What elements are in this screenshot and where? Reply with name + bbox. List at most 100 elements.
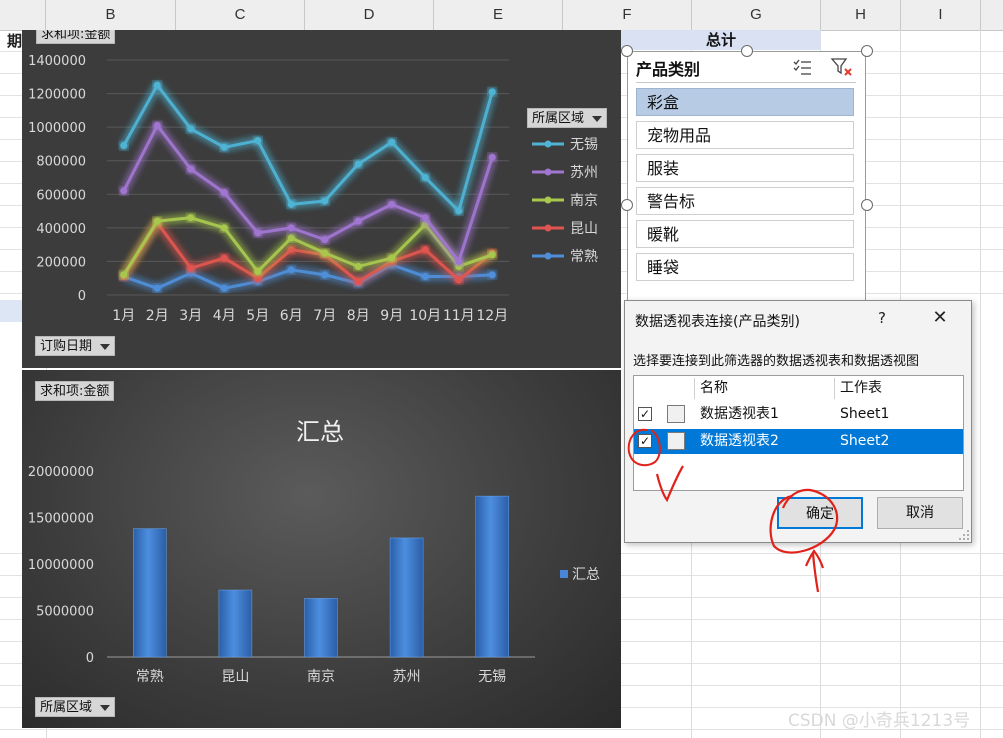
column-header-bar: B C D E F G H I bbox=[0, 0, 1003, 31]
row-name: 数据透视表1 bbox=[700, 406, 779, 422]
column-header-d[interactable]: D bbox=[305, 0, 434, 30]
slicer-item-warning-sign[interactable]: 警告标 bbox=[636, 187, 854, 215]
data-point bbox=[488, 88, 496, 96]
x-tick-label: 苏州 bbox=[393, 669, 421, 685]
legend-marker bbox=[544, 196, 552, 204]
row-sheet: Sheet1 bbox=[840, 406, 890, 422]
series-line bbox=[122, 83, 494, 213]
resize-handle[interactable] bbox=[621, 199, 633, 211]
y-tick-label: 200000 bbox=[36, 255, 86, 270]
resize-handle[interactable] bbox=[861, 199, 873, 211]
x-tick-label: 5月 bbox=[246, 308, 269, 324]
legend-marker bbox=[544, 168, 552, 176]
data-point bbox=[287, 246, 295, 254]
y-tick-label: 1200000 bbox=[28, 88, 86, 103]
y-tick-label: 800000 bbox=[36, 155, 86, 170]
data-point bbox=[421, 246, 429, 254]
ok-button[interactable]: 确定 bbox=[777, 497, 863, 529]
slicer-item-caihe[interactable]: 彩盒 bbox=[636, 88, 854, 116]
data-point bbox=[287, 224, 295, 232]
y-tick-label: 15000000 bbox=[28, 512, 94, 527]
resize-handle[interactable] bbox=[861, 45, 873, 57]
data-point bbox=[287, 266, 295, 274]
list-row-pivot2[interactable]: ✓ 数据透视表2 Sheet2 bbox=[634, 429, 963, 454]
y-tick-label: 400000 bbox=[36, 222, 86, 237]
data-point bbox=[321, 249, 329, 257]
data-point bbox=[220, 143, 228, 151]
data-point bbox=[321, 236, 329, 244]
column-header-b[interactable]: B bbox=[46, 0, 176, 30]
cell-total-header[interactable]: 总计 bbox=[621, 30, 821, 50]
help-button[interactable]: ? bbox=[878, 309, 886, 327]
data-point bbox=[488, 271, 496, 279]
bar-chart-panel[interactable]: 汇总 0 5000000 10000000 15000000 20000000 常熟 昆山 南京… bbox=[22, 370, 621, 728]
series-line bbox=[122, 216, 493, 276]
data-point bbox=[388, 200, 396, 208]
column-header-c[interactable]: C bbox=[176, 0, 305, 30]
column-header-j[interactable] bbox=[981, 0, 1003, 30]
x-tick-label: 10月 bbox=[409, 308, 441, 324]
data-point bbox=[488, 153, 496, 161]
slicer-item-sleeping-bag[interactable]: 睡袋 bbox=[636, 253, 854, 281]
chart-title: 汇总 bbox=[296, 418, 344, 446]
data-point bbox=[120, 142, 128, 150]
data-point bbox=[220, 224, 228, 232]
column-header-f[interactable]: F bbox=[563, 0, 692, 30]
slicer-divider bbox=[636, 82, 856, 83]
column-header-a[interactable] bbox=[0, 0, 46, 30]
data-point bbox=[187, 264, 195, 272]
multi-select-icon[interactable] bbox=[792, 58, 812, 76]
list-row-pivot1[interactable]: ✓ 数据透视表1 Sheet1 bbox=[634, 402, 963, 427]
slicer-item-warm-boots[interactable]: 暖靴 bbox=[636, 220, 854, 248]
pivot-table-icon bbox=[667, 432, 685, 450]
resize-handle[interactable] bbox=[741, 45, 753, 57]
column-header-i[interactable]: I bbox=[901, 0, 981, 30]
data-point bbox=[421, 174, 429, 181]
legend-label: 无锡 bbox=[570, 137, 598, 153]
resize-grip-icon[interactable] bbox=[958, 529, 970, 541]
x-tick-label: 无锡 bbox=[478, 669, 506, 685]
data-point bbox=[354, 262, 362, 270]
data-point bbox=[488, 251, 496, 259]
clear-filter-icon[interactable] bbox=[830, 57, 854, 77]
close-button[interactable]: ✕ bbox=[929, 307, 951, 329]
pivot-table-list[interactable]: 名称 工作表 ✓ 数据透视表1 Sheet1 ✓ 数据透视表2 Sheet2 bbox=[633, 375, 964, 491]
line-region-field-button[interactable]: 所属区域 bbox=[527, 108, 608, 128]
slicer-item-pet-supplies[interactable]: 宠物用品 bbox=[636, 121, 854, 149]
data-point bbox=[354, 278, 362, 286]
resize-handle[interactable] bbox=[621, 45, 633, 57]
cancel-button[interactable]: 取消 bbox=[877, 497, 963, 529]
slicer-item-clothing[interactable]: 服装 bbox=[636, 154, 854, 182]
data-point bbox=[254, 137, 262, 145]
line-value-field-button[interactable]: 求和项:金额 bbox=[36, 30, 116, 44]
data-point bbox=[421, 273, 429, 281]
checkbox[interactable]: ✓ bbox=[638, 407, 652, 421]
data-point bbox=[388, 254, 396, 262]
chevron-down-icon bbox=[100, 343, 111, 350]
line-region-field-label: 所属区域 bbox=[532, 111, 585, 126]
data-point bbox=[120, 187, 128, 195]
data-point bbox=[321, 271, 329, 279]
x-tick-label: 2月 bbox=[146, 308, 169, 324]
data-point bbox=[287, 200, 295, 208]
checkbox[interactable]: ✓ bbox=[638, 434, 652, 448]
data-point bbox=[153, 217, 161, 225]
selected-row-cell[interactable] bbox=[0, 300, 22, 322]
slicer-title: 产品类别 bbox=[636, 60, 701, 79]
y-tick-label: 0 bbox=[78, 289, 86, 304]
line-chart-panel[interactable]: 0 200000 400000 600000 800000 1000000 1200000 1… bbox=[22, 30, 621, 368]
bar-region-field-button[interactable]: 所属区域 bbox=[35, 697, 116, 717]
order-date-field-button[interactable]: 订购日期 bbox=[35, 336, 116, 356]
legend-label: 昆山 bbox=[570, 221, 598, 237]
data-point bbox=[455, 276, 463, 284]
header-name[interactable]: 名称 bbox=[700, 376, 728, 401]
column-header-e[interactable]: E bbox=[434, 0, 563, 30]
bar-value-field-button[interactable]: 求和项:金额 bbox=[35, 381, 115, 401]
pivot-table-icon bbox=[667, 405, 685, 423]
data-point bbox=[455, 207, 463, 215]
cell-date-header[interactable]: 期 bbox=[0, 30, 22, 52]
header-sheet[interactable]: 工作表 bbox=[840, 376, 882, 401]
column-header-g[interactable]: G bbox=[692, 0, 821, 30]
column-header-h[interactable]: H bbox=[821, 0, 901, 30]
legend-marker bbox=[544, 252, 552, 260]
